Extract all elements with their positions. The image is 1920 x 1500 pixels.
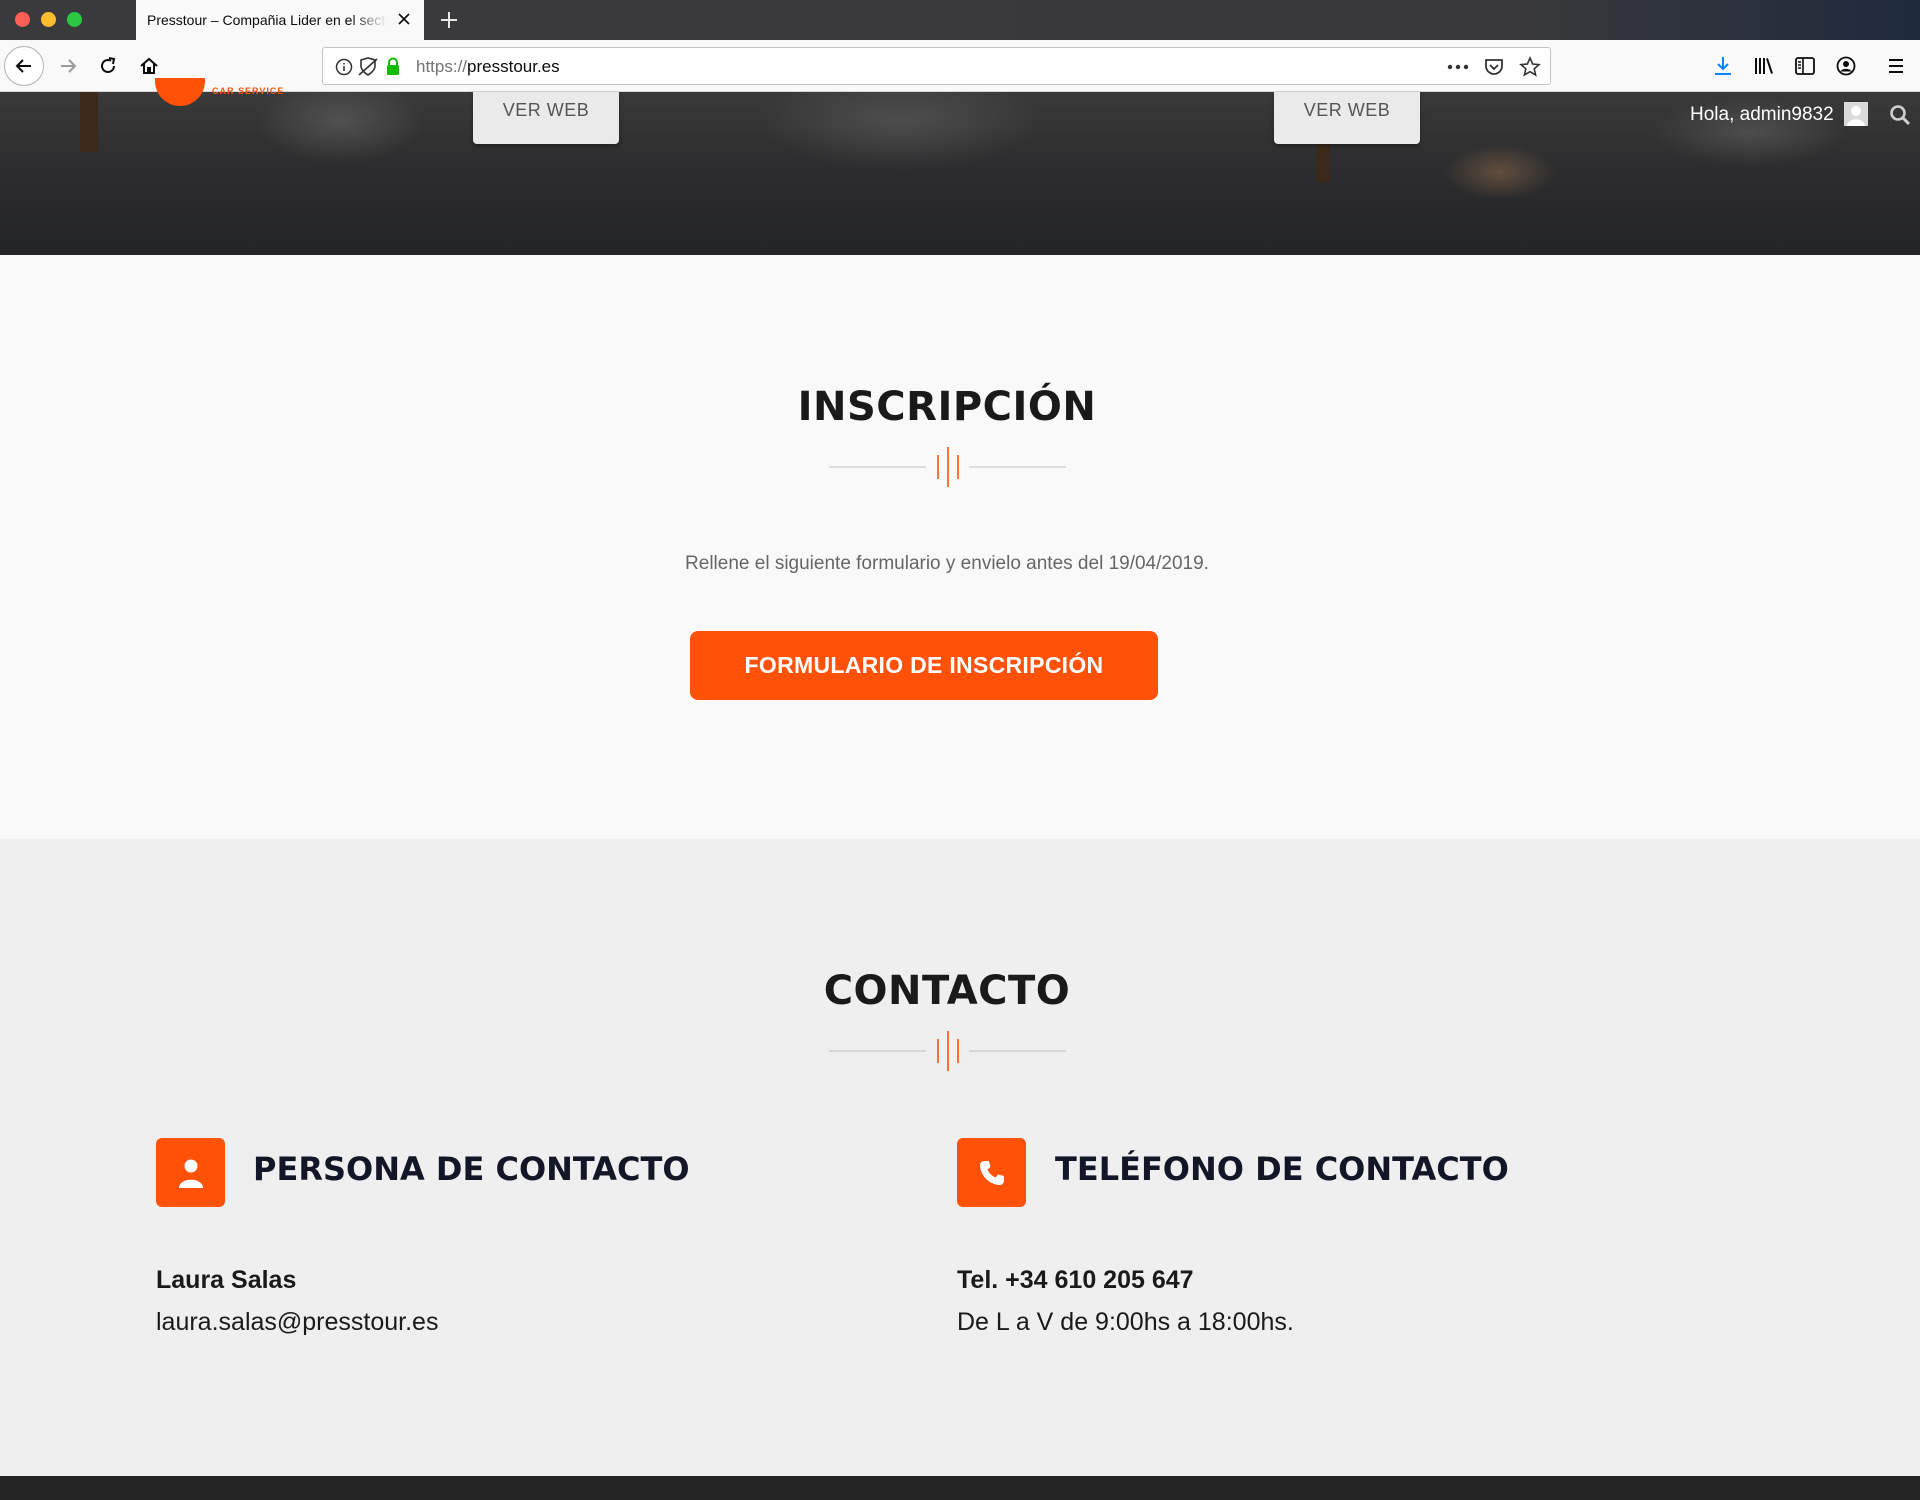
library-icon xyxy=(1755,58,1773,74)
tab-strip: Presstour – Compañia Lider en el sector xyxy=(0,0,1920,40)
contact-email[interactable]: laura.salas@presstour.es xyxy=(156,1308,438,1337)
ver-web-label: VER WEB xyxy=(502,100,590,120)
info-icon[interactable] xyxy=(333,56,355,78)
close-tab-icon[interactable] xyxy=(394,9,414,29)
phone-icon xyxy=(979,1160,1004,1185)
site-logo-subtitle: CAR SERVICE xyxy=(212,86,285,96)
contact-hours: De L a V de 9:00hs a 18:00hs. xyxy=(957,1308,1294,1336)
library-button[interactable] xyxy=(1744,46,1784,86)
reload-icon xyxy=(101,57,116,73)
back-button[interactable] xyxy=(4,46,44,86)
url-text[interactable]: https://presstour.es xyxy=(416,57,560,77)
persona-heading: PERSONA DE CONTACTO xyxy=(253,1150,690,1188)
contact-name: Laura Salas xyxy=(156,1266,297,1294)
telefono-icon-box xyxy=(957,1138,1026,1207)
hero-image-detail xyxy=(80,92,98,152)
forward-arrow-icon xyxy=(61,59,77,73)
inscripcion-section xyxy=(0,255,1920,839)
user-icon xyxy=(178,1159,203,1188)
inscripcion-text: Rellene el siguiente formulario y enviel… xyxy=(685,553,1209,574)
persona-icon-box xyxy=(156,1138,225,1207)
section-divider xyxy=(829,447,1066,487)
tab-title: Presstour – Compañia Lider en el sector xyxy=(147,12,387,28)
hero-banner xyxy=(0,92,1920,255)
contacto-title: CONTACTO xyxy=(823,968,1071,1014)
new-tab-icon[interactable] xyxy=(436,7,462,33)
ver-web-label: VER WEB xyxy=(1303,100,1391,120)
ver-web-button-left[interactable]: VER WEB xyxy=(473,92,619,144)
sidebar-button[interactable] xyxy=(1785,46,1825,86)
search-icon[interactable] xyxy=(1888,103,1912,127)
avatar[interactable] xyxy=(1844,102,1868,126)
star-icon[interactable] xyxy=(1519,56,1541,78)
account-icon xyxy=(1836,56,1856,76)
active-tab[interactable]: Presstour – Compañia Lider en el sector xyxy=(136,0,424,40)
more-icon[interactable] xyxy=(1447,56,1469,78)
forward-button[interactable] xyxy=(48,46,88,86)
minimize-window-button[interactable] xyxy=(41,12,56,27)
inscripcion-title: INSCRIPCIÓN xyxy=(797,384,1097,430)
address-bar[interactable]: https://presstour.es xyxy=(322,47,1551,85)
user-greeting[interactable]: Hola, admin9832 xyxy=(1690,104,1834,126)
close-window-button[interactable] xyxy=(15,12,30,27)
pocket-icon[interactable] xyxy=(1483,56,1505,78)
navigation-toolbar: https://presstour.es xyxy=(0,40,1920,92)
home-icon xyxy=(140,57,158,74)
ver-web-button-right[interactable]: VER WEB xyxy=(1274,92,1420,144)
menu-button[interactable] xyxy=(1876,46,1916,86)
back-arrow-icon xyxy=(15,59,31,73)
footer xyxy=(0,1476,1920,1500)
sidebar-icon xyxy=(1795,57,1815,75)
telefono-heading: TELÉFONO DE CONTACTO xyxy=(1055,1150,1509,1188)
tracking-protection-icon[interactable] xyxy=(357,56,379,78)
menu-icon xyxy=(1889,59,1903,73)
reload-button[interactable] xyxy=(88,46,128,86)
download-icon xyxy=(1715,57,1731,75)
downloads-button[interactable] xyxy=(1703,46,1743,86)
lock-icon xyxy=(382,56,404,78)
section-divider xyxy=(829,1031,1066,1071)
account-button[interactable] xyxy=(1826,46,1866,86)
formulario-inscripcion-button[interactable]: FORMULARIO DE INSCRIPCIÓN xyxy=(690,631,1158,700)
contact-phone[interactable]: Tel. +34 610 205 647 xyxy=(957,1266,1194,1295)
maximize-window-button[interactable] xyxy=(67,12,82,27)
